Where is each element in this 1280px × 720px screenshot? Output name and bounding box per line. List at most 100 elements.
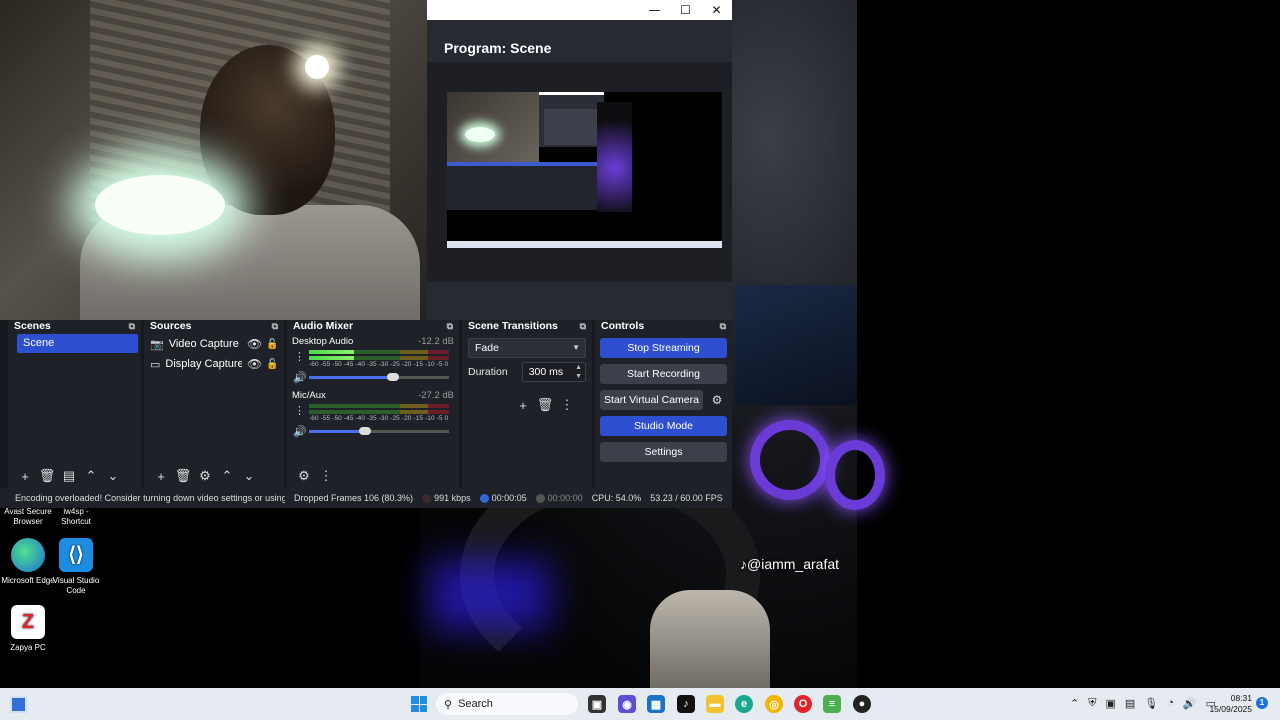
taskbar-search[interactable]: ⚲ Search xyxy=(436,693,578,715)
source-name: Display Capture2 xyxy=(165,358,242,370)
volume-icon[interactable]: 🔊 xyxy=(293,425,307,438)
undock-icon[interactable]: ⧉ xyxy=(580,321,586,332)
undock-icon[interactable]: ⧉ xyxy=(447,321,453,332)
chevron-down-icon[interactable]: ⌄ xyxy=(240,467,258,485)
slider-fill xyxy=(309,430,365,433)
studio-mode-button[interactable]: Studio Mode xyxy=(600,416,727,436)
status-bar: Encoding overloaded! Consider turning do… xyxy=(0,488,732,508)
trash-icon[interactable]: 🗑 xyxy=(536,396,554,414)
lock-icon[interactable]: 🔓 xyxy=(266,339,278,350)
edge-taskbar-icon[interactable]: e xyxy=(735,695,753,713)
record-time: 00:00:00 xyxy=(535,493,583,503)
channel-menu-icon[interactable]: ⋮ xyxy=(294,350,305,363)
spinner-icon[interactable]: ▲ ▼ xyxy=(575,363,582,381)
chevron-up-icon[interactable]: ⌃ xyxy=(1070,697,1079,710)
add-icon[interactable]: + xyxy=(16,467,34,485)
chevron-down-icon[interactable]: ⌄ xyxy=(104,467,122,485)
opera-icon[interactable]: O xyxy=(794,695,812,713)
app-tray-icon[interactable]: ▣ xyxy=(1105,697,1115,710)
stop-streaming-button[interactable]: Stop Streaming xyxy=(600,338,727,358)
zapya-icon[interactable]: Z Zapya PC xyxy=(0,605,56,653)
clock[interactable]: 08:31 15/09/2025 xyxy=(1208,693,1252,715)
app-tray-icon[interactable]: ▤ xyxy=(1125,697,1135,710)
visibility-eye-icon[interactable]: 👁 xyxy=(247,357,262,371)
channel-name: Desktop Audio xyxy=(292,336,354,347)
system-tray: ⌃ ⛨ ▣ ▤ 🎙 ◔ 🔊 ▭ xyxy=(1070,697,1216,710)
chevron-up-icon[interactable]: ⌃ xyxy=(218,467,236,485)
start-virtual-camera-button[interactable]: Start Virtual Camera xyxy=(600,390,703,410)
scenes-toolbar: + 🗑 ▤ ⌃ ⌄ xyxy=(8,464,141,488)
channel-menu-icon[interactable]: ⋮ xyxy=(294,404,305,417)
volume-slider[interactable] xyxy=(309,373,449,381)
slider-knob[interactable] xyxy=(387,373,399,381)
security-icon[interactable]: ⛨ xyxy=(1088,697,1096,710)
controls-dock: Controls ⧉ Stop Streaming Start Recordin… xyxy=(595,320,732,488)
undock-icon[interactable]: ⧉ xyxy=(272,321,278,332)
chevron-up-icon[interactable]: ⌃ xyxy=(82,467,100,485)
source-row[interactable]: 📷 Video Capture Devic 👁 🔓 xyxy=(144,334,284,354)
tiktok-watermark: ♪@iamm_arafat xyxy=(740,556,840,572)
teams-icon[interactable]: ◉ xyxy=(618,695,636,713)
store-icon[interactable]: ▦ xyxy=(647,695,665,713)
duration-input[interactable]: 300 ms ▲ ▼ xyxy=(521,362,586,382)
chevron-down-icon: ▼ xyxy=(572,343,580,352)
more-menu-icon[interactable]: ⋮ xyxy=(317,467,335,485)
mixer-toolbar: ⚙ ⋮ xyxy=(287,464,459,488)
scenes-title: Scenes xyxy=(14,320,51,332)
meter-scale: -60 -55 -50 -45 -40 -35 -30 -25 -20 -15 … xyxy=(309,415,449,422)
settings-button[interactable]: Settings xyxy=(600,442,727,462)
microphone-icon[interactable]: 🎙 xyxy=(1144,697,1158,710)
controls-title: Controls xyxy=(601,320,645,332)
gear-icon[interactable]: ⚙ xyxy=(707,390,727,410)
sources-toolbar: + 🗑 ⚙ ⌃ ⌄ xyxy=(144,464,284,488)
add-icon[interactable]: + xyxy=(152,467,170,485)
source-row[interactable]: ▭ Display Capture2 👁 🔓 xyxy=(144,354,284,374)
search-icon: ⚲ xyxy=(444,698,453,711)
trash-icon[interactable]: 🗑 xyxy=(38,467,56,485)
widgets-icon[interactable] xyxy=(10,696,27,713)
lock-icon[interactable]: 🔓 xyxy=(266,359,278,370)
obs-docks: Scenes ⧉ Scene + 🗑 ▤ ⌃ ⌄ Sources ⧉ � xyxy=(0,320,732,488)
start-button[interactable] xyxy=(411,696,427,712)
wifi-icon[interactable]: ◔ xyxy=(1167,697,1174,710)
start-recording-button[interactable]: Start Recording xyxy=(600,364,727,384)
stream-indicator-icon xyxy=(479,493,489,503)
volume-icon[interactable]: 🔊 xyxy=(293,371,307,384)
mixer-settings-icon[interactable]: ⚙ xyxy=(295,467,313,485)
vscode-icon[interactable]: ⟨⟩ Visual Studio Code xyxy=(48,538,104,596)
channel-db: -12.2 dB xyxy=(418,336,454,347)
close-button[interactable]: ✕ xyxy=(701,3,732,17)
clock-date: 15/09/2025 xyxy=(1209,704,1252,714)
program-preview xyxy=(447,92,722,248)
speaker-icon[interactable]: 🔊 xyxy=(1183,697,1197,710)
level-meter xyxy=(309,350,449,354)
trash-icon[interactable]: 🗑 xyxy=(174,467,192,485)
add-icon[interactable]: + xyxy=(514,396,532,414)
sources-title: Sources xyxy=(150,320,192,332)
chrome-icon[interactable]: ◎ xyxy=(765,695,783,713)
more-menu-icon[interactable]: ⋮ xyxy=(558,396,576,414)
undock-icon[interactable]: ⧉ xyxy=(720,321,726,332)
tiktok-icon[interactable]: ♪ xyxy=(677,695,695,713)
iw4sp-shortcut-icon[interactable]: iw4sp - Shortcut xyxy=(48,507,104,527)
sources-dock: Sources ⧉ 📷 Video Capture Devic 👁 🔓 ▭ Di… xyxy=(144,320,284,488)
scene-transitions-dock: Scene Transitions ⧉ Fade ▼ Duration 300 … xyxy=(462,320,592,488)
bluestacks-icon[interactable]: ≡ xyxy=(823,695,841,713)
notification-badge[interactable]: 1 xyxy=(1256,697,1268,709)
visibility-eye-icon[interactable]: 👁 xyxy=(247,337,262,351)
transition-select[interactable]: Fade ▼ xyxy=(468,338,586,358)
obs-icon[interactable]: ● xyxy=(853,695,871,713)
maximize-button[interactable]: ☐ xyxy=(670,3,701,17)
fps-readout: 53.23 / 60.00 FPS xyxy=(650,493,723,503)
slider-knob[interactable] xyxy=(359,427,371,435)
undock-icon[interactable]: ⧉ xyxy=(129,321,135,332)
task-view-icon[interactable]: ▣ xyxy=(588,695,606,713)
file-explorer-icon[interactable]: ▬ xyxy=(706,695,724,713)
dropped-frames: Dropped Frames 106 (80.3%) xyxy=(294,493,414,503)
scene-transitions-title: Scene Transitions xyxy=(468,320,558,332)
scene-item[interactable]: Scene xyxy=(17,334,138,353)
volume-slider[interactable] xyxy=(309,427,449,435)
gear-icon[interactable]: ⚙ xyxy=(196,467,214,485)
minimize-button[interactable]: — xyxy=(639,3,670,17)
filter-icon[interactable]: ▤ xyxy=(60,467,78,485)
